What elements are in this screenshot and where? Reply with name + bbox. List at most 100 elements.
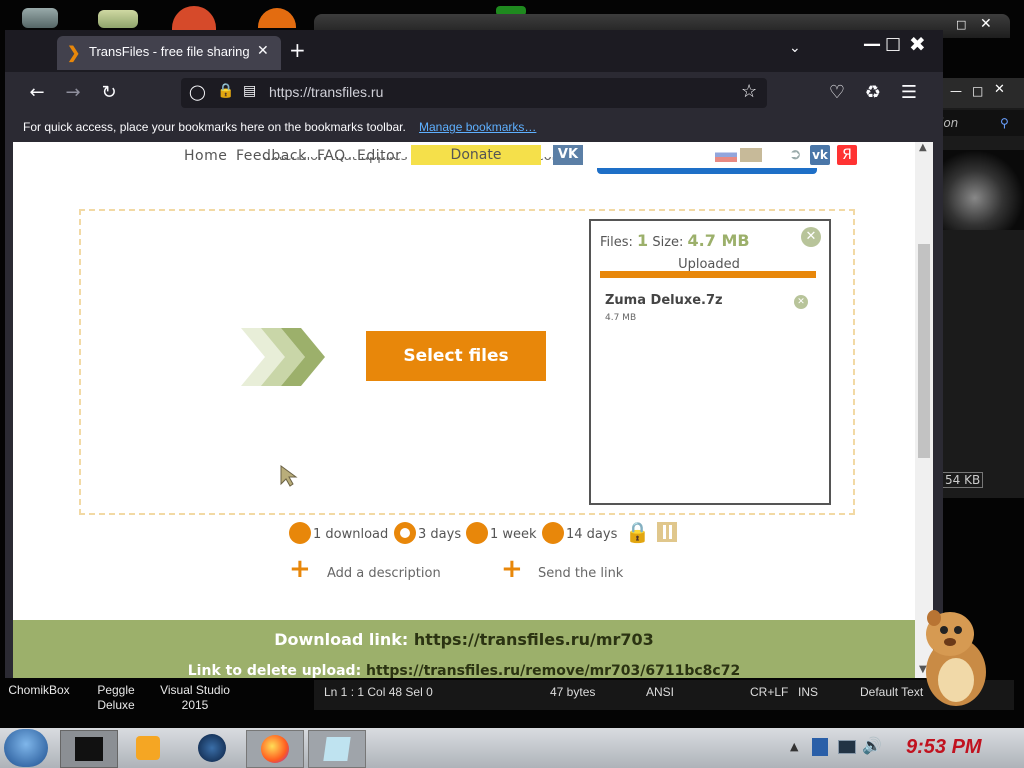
bookmark-star-icon[interactable]: ☆ [741,81,757,102]
tab-transfiles[interactable]: ❯ TransFiles - free file sharing s ✕ [57,36,281,70]
taskbar-app-3[interactable] [184,730,240,766]
scroll-up-icon[interactable]: ▲ [919,142,927,153]
nav-editor[interactable]: Editor [357,148,401,164]
add-description-plus-icon[interactable]: + [289,554,311,584]
visual-studio-label[interactable]: Visual Studio 2015 [152,683,238,713]
clear-all-icon[interactable]: ✕ [801,227,821,247]
russian-flag-icon[interactable] [715,148,737,162]
delete-link-label: Link to delete upload: [187,663,362,678]
status-encoding: ANSI [646,685,675,699]
nav-feedback[interactable]: Feedback [236,148,307,164]
tray-volume-icon[interactable]: 🔊 [862,736,882,755]
uk-flag-icon[interactable] [740,148,762,162]
option-3-days-label[interactable]: 3 days [418,527,461,542]
tray-network-icon[interactable] [838,740,856,754]
minimize-icon[interactable]: — [863,34,881,55]
option-1-week-label[interactable]: 1 week [490,527,537,542]
yandex-login-icon[interactable]: Я [837,145,857,165]
folder-icon[interactable] [98,10,138,28]
site-nav: Home Feedback FAQ Editor Donate VK ➲ vk … [13,142,915,172]
maximize-icon[interactable]: □ [885,34,901,54]
option-3-days-radio[interactable] [394,522,416,544]
option-1-download-radio[interactable] [289,522,311,544]
close-icon[interactable]: ✖ [909,32,926,56]
qr-code-icon[interactable] [657,522,677,542]
bg-minimize-icon[interactable]: □ [956,18,966,31]
taskbar-firefox[interactable] [246,730,304,768]
status-line-endings: CR+LF [750,685,789,699]
manage-bookmarks-link[interactable]: Manage bookmarks… [419,120,536,134]
url-bar[interactable]: ◯ 🔒 ▤ https://transfiles.ru ☆ [181,78,767,108]
option-14-days-label[interactable]: 14 days [566,527,617,542]
url-text: https://transfiles.ru [269,84,384,100]
search-icon[interactable]: ⚲ [1000,110,1009,136]
bookmarks-toolbar: For quick access, place your bookmarks h… [5,114,943,142]
vk-login-icon[interactable]: vk [810,145,830,165]
option-1-download-label[interactable]: 1 download [313,527,388,542]
peggle-label-line1: Peggle [97,683,135,697]
file-size: 4.7 MB [605,313,637,323]
size-value: 4.7 MB [687,231,750,250]
bg-close-icon[interactable]: ✕ [980,16,992,32]
nav-faq[interactable]: FAQ [317,148,346,164]
remove-file-icon[interactable]: ✕ [794,295,808,309]
send-link-plus-icon[interactable]: + [501,554,523,584]
nav-home[interactable]: Home [184,148,227,164]
upload-status: Uploaded [678,257,740,272]
list-tabs-icon[interactable]: ⌄ [789,40,801,56]
taskbar-app-2[interactable] [120,730,176,766]
lock-icon[interactable]: 🔒 [217,82,234,99]
peggle-label[interactable]: Peggle Deluxe [86,683,146,713]
hamster-mascot-icon [926,610,986,706]
option-14-days-radio[interactable] [542,522,564,544]
chomikbox-label[interactable]: ChomikBox [4,683,74,698]
padlock-icon[interactable]: 🔒 [625,520,650,544]
files-summary: Files: 1 Size: 4.7 MB [600,231,750,250]
send-link-link[interactable]: Send the link [538,566,623,581]
recycle-bin-icon[interactable] [22,8,58,28]
tab-title: TransFiles - free file sharing s [89,44,249,59]
taskbar: ▲ 🔊 9:53 PM [0,728,1024,768]
taskbar-app-5[interactable] [308,730,366,768]
bg-search-field[interactable]: ion ⚲ [940,110,1024,136]
option-1-week-radio[interactable] [466,522,488,544]
bg-min-icon[interactable]: — [950,84,962,98]
forward-icon[interactable]: → [61,81,85,105]
download-link-row: Download link: https://transfiles.ru/mr7… [13,630,915,649]
app-icon[interactable] [258,8,296,28]
select-files-button[interactable]: Select files [366,331,546,381]
bg-size-label: 54 KB [942,472,984,488]
scrollbar-thumb[interactable] [918,244,930,458]
start-button[interactable] [4,729,48,767]
file-name: Zuma Deluxe.7z [605,293,723,308]
delete-link-url[interactable]: https://transfiles.ru/remove/mr703/6711b… [366,663,740,678]
tray-arrow-icon[interactable]: ▲ [790,740,798,753]
new-tab-icon[interactable]: + [289,38,306,62]
pocket-icon[interactable]: ♡ [825,81,849,105]
extensions-icon[interactable]: ♻ [861,81,885,105]
links-bar: Download link: https://transfiles.ru/mr7… [13,620,915,678]
download-link-url[interactable]: https://transfiles.ru/mr703 [414,630,654,649]
page-scrollbar[interactable]: ▲ ▼ [915,142,933,678]
chrome-icon[interactable] [172,6,216,30]
status-position: Ln 1 : 1 Col 48 Sel 0 [324,685,433,699]
login-icon[interactable]: ➲ [789,145,802,163]
vk-button[interactable]: VK [553,145,583,165]
bg-close-icon[interactable]: ✕ [994,82,1005,97]
bg-max-icon[interactable]: □ [972,84,983,98]
reload-icon[interactable]: ↻ [97,81,121,105]
vs-label-line1: Visual Studio [160,683,230,697]
donate-button[interactable]: Donate [411,145,541,165]
back-icon[interactable]: ← [25,81,49,105]
chevrons-icon [241,328,325,386]
files-count: 1 [637,231,649,250]
shield-icon[interactable]: ◯ [189,83,206,101]
upload-progress-fill [600,271,816,278]
tray-app-icon[interactable] [812,738,828,756]
add-description-link[interactable]: Add a description [327,566,441,581]
tab-close-icon[interactable]: ✕ [257,42,269,59]
permissions-icon[interactable]: ▤ [243,82,256,99]
menu-icon[interactable]: ☰ [897,81,921,105]
taskbar-app-1[interactable] [60,730,118,768]
clock[interactable]: 9:53 PM [906,736,982,759]
